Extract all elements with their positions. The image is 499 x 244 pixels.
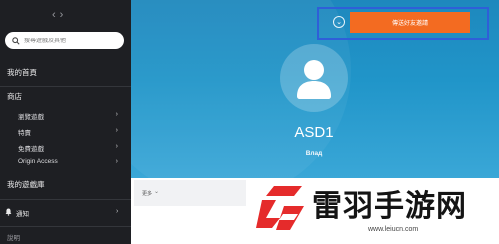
sidebar-item-origin-access[interactable]: Origin Access › (18, 158, 118, 165)
sidebar-item-help[interactable]: 說明 (7, 232, 20, 242)
sidebar-item-deals[interactable]: 特賣 › (18, 127, 118, 137)
divider (0, 226, 131, 227)
chevron-right-icon: › (115, 111, 118, 118)
chevron-right-icon: › (115, 158, 118, 165)
profile-subtitle: Влад (305, 150, 323, 157)
divider (0, 86, 131, 87)
sidebar-item-free-games[interactable]: 免費遊戲 › (18, 143, 118, 153)
forward-arrow-icon[interactable]: › (60, 9, 68, 21)
sidebar-item-label: Origin Access (18, 158, 58, 165)
sidebar-item-label: 免費遊戲 (18, 146, 44, 153)
sidebar-item-my-home[interactable]: 我的首頁 (7, 67, 37, 78)
nav-arrows: ‹› (52, 9, 67, 21)
avatar (280, 44, 348, 112)
chevron-down-icon: ⌄ (154, 188, 160, 195)
sidebar: ‹› 我的首頁 商店 瀏覽遊戲 › 特賣 › 免費遊戲 › Origin Acc… (0, 0, 131, 244)
sidebar-item-browse-games[interactable]: 瀏覽遊戲 › (18, 111, 118, 121)
profile-username: ASD1 (294, 124, 334, 141)
options-button[interactable]: ⌄ (333, 16, 345, 28)
search-icon (12, 36, 20, 45)
search-box[interactable] (5, 32, 124, 49)
sidebar-item-store[interactable]: 商店 (7, 91, 22, 102)
sidebar-item-notifications[interactable]: 通知 (16, 208, 29, 218)
sidebar-item-my-library[interactable]: 我的遊戲庫 (7, 179, 45, 190)
sidebar-item-label: 特賣 (18, 130, 31, 137)
more-label: 更多 (142, 191, 153, 197)
search-input[interactable] (24, 37, 114, 44)
sidebar-item-label: 瀏覽遊戲 (18, 114, 44, 121)
chevron-right-icon: › (115, 127, 118, 134)
send-friend-request-button[interactable]: 傳送好友邀請 (350, 12, 470, 33)
watermark-url: www.leiucn.com (368, 226, 419, 233)
watermark-logo (256, 186, 304, 230)
watermark-title: 雷羽手游网 (312, 189, 467, 224)
bell-icon (5, 208, 12, 216)
chevron-right-icon: › (116, 208, 119, 215)
chevron-down-icon: ⌄ (336, 17, 342, 26)
back-arrow-icon[interactable]: ‹ (52, 9, 60, 21)
chevron-right-icon: › (115, 143, 118, 150)
notifications-chevron[interactable]: › (116, 208, 124, 215)
user-icon (297, 60, 331, 99)
divider (0, 199, 131, 200)
